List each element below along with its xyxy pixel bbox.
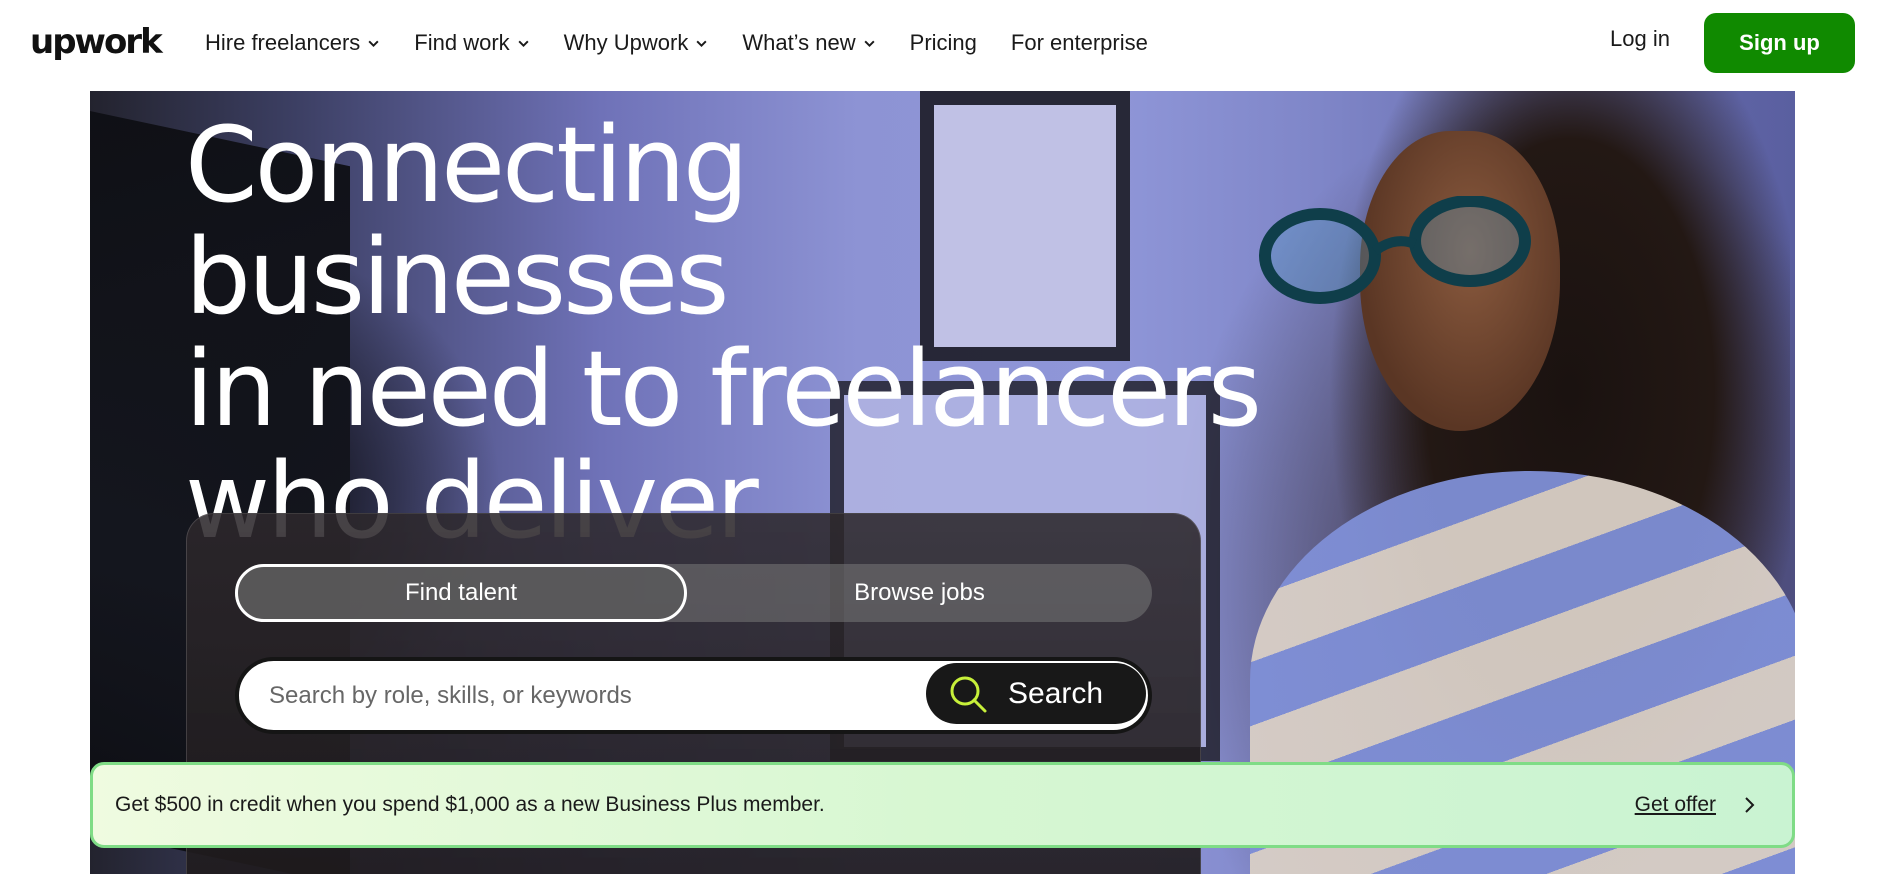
- main-nav: Hire freelancers Find work Why Upwork Wh…: [205, 0, 1182, 86]
- nav-label: Find work: [414, 30, 510, 55]
- nav-hire-freelancers[interactable]: Hire freelancers: [205, 30, 380, 56]
- nav-find-work[interactable]: Find work: [414, 30, 529, 56]
- tab-find-talent[interactable]: Find talent: [235, 564, 687, 622]
- logo-wordmark: upwork: [30, 22, 163, 62]
- headline-line: Connecting businesses: [185, 104, 749, 338]
- hero-headline: Connecting businesses in need to freelan…: [185, 109, 1285, 557]
- nav-label: Why Upwork: [563, 30, 689, 55]
- upwork-logo[interactable]: upwork: [30, 22, 163, 62]
- chevron-down-icon: [368, 40, 379, 47]
- login-link[interactable]: Log in: [1610, 26, 1670, 52]
- search-input[interactable]: [269, 661, 889, 730]
- get-offer-link[interactable]: Get offer: [1635, 793, 1716, 817]
- nav-whats-new[interactable]: What’s new: [742, 30, 875, 56]
- glasses-icon: [1259, 196, 1531, 304]
- nav-for-enterprise[interactable]: For enterprise: [1011, 30, 1148, 56]
- promo-banner: Get $500 in credit when you spend $1,000…: [90, 762, 1795, 848]
- nav-pricing[interactable]: Pricing: [910, 30, 977, 56]
- search-icon: [950, 676, 987, 712]
- nav-label: Pricing: [909, 30, 977, 55]
- nav-label: What’s new: [742, 30, 856, 55]
- search-button[interactable]: Search: [926, 663, 1146, 724]
- headline-line: in need to freelancers: [185, 328, 1262, 450]
- top-header: upwork Hire freelancers Find work Why Up…: [0, 0, 1877, 90]
- promo-text: Get $500 in credit when you spend $1,000…: [115, 793, 825, 816]
- hero-section: Connecting businesses in need to freelan…: [90, 91, 1795, 874]
- signup-button[interactable]: Sign up: [1704, 13, 1855, 73]
- search-button-label: Search: [1008, 676, 1104, 710]
- nav-label: For enterprise: [1010, 30, 1148, 55]
- nav-label: Hire freelancers: [205, 30, 361, 55]
- chevron-down-icon: [864, 40, 875, 47]
- chevron-down-icon: [518, 40, 529, 47]
- chevron-down-icon: [696, 40, 707, 47]
- search-mode-toggle: Find talent Browse jobs: [235, 564, 1152, 622]
- search-bar: Search: [235, 657, 1152, 734]
- nav-why-upwork[interactable]: Why Upwork: [564, 30, 709, 56]
- chevron-right-icon[interactable]: [1740, 796, 1758, 814]
- tab-browse-jobs[interactable]: Browse jobs: [687, 564, 1152, 622]
